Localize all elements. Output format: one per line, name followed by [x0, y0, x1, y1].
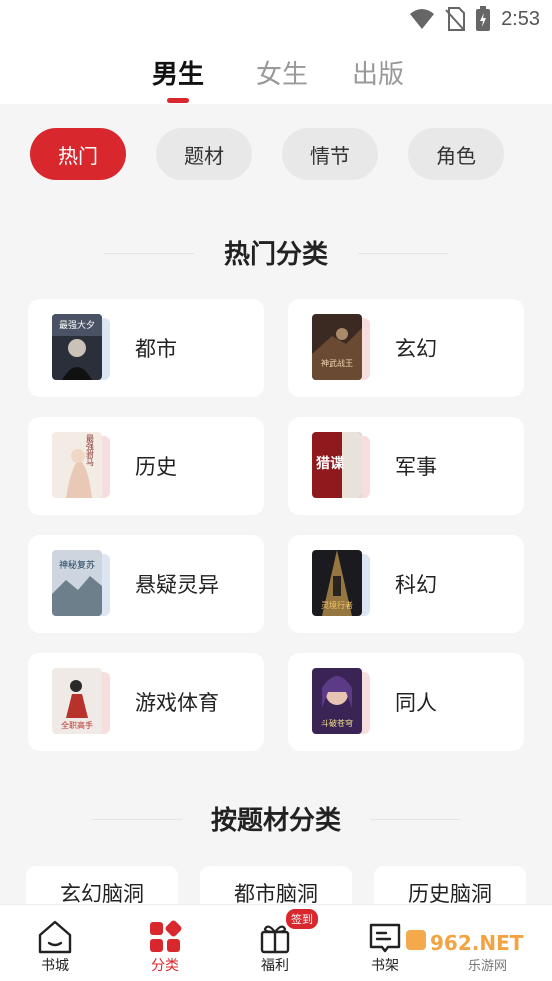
tab-male[interactable]: 男生: [152, 54, 205, 103]
divider: [104, 252, 194, 254]
book-cover: 斗破苍穹: [312, 668, 362, 734]
category-card-scifi[interactable]: 灵境行者 科幻: [288, 535, 524, 633]
category-card-fantasy[interactable]: 神武战王 玄幻: [288, 299, 524, 397]
theme-section-title: 按题材分类: [0, 800, 552, 837]
category-label: 科幻: [395, 573, 437, 597]
chip-hot[interactable]: 热门: [30, 128, 126, 180]
battery-icon: [476, 6, 491, 31]
chip-role[interactable]: 角色: [408, 128, 504, 180]
gender-tabs: 男生 女生 出版: [0, 40, 552, 104]
cover-title: 神秘复苏: [59, 559, 95, 571]
cover-title: 最强大夕: [59, 319, 95, 331]
cover-title: 猎谍: [316, 455, 344, 472]
nav-category[interactable]: 分类: [120, 905, 210, 981]
book-cover: 最强驸马: [52, 432, 102, 498]
active-tab-indicator: [167, 98, 189, 103]
hot-section-title-text: 热门分类: [223, 240, 328, 270]
cover-title: 神武战王: [321, 358, 353, 368]
chip-theme[interactable]: 题材: [156, 128, 252, 180]
book-cover: 神秘复苏: [52, 550, 102, 616]
nav-welfare[interactable]: 福利 签到: [230, 905, 320, 981]
no-sim-icon: [445, 7, 466, 31]
category-label: 军事: [395, 455, 437, 479]
category-icon: [150, 920, 182, 952]
divider: [370, 818, 460, 820]
clock: 2:53: [501, 7, 540, 30]
nav-label: 分类: [151, 958, 179, 974]
wifi-icon: [410, 9, 435, 29]
book-cover: 全职高手: [52, 668, 102, 734]
divider: [358, 252, 448, 254]
nav-label: 书城: [41, 958, 69, 974]
tab-female-label: 女生: [256, 60, 309, 90]
bookshelf-icon: [369, 923, 401, 953]
book-cover: 猎谍: [312, 432, 362, 498]
nav-label: 福利: [261, 958, 289, 974]
category-label: 同人: [395, 691, 437, 715]
category-card-game-sports[interactable]: 全职高手 游戏体育: [28, 653, 264, 751]
cover-title: 斗破苍穹: [321, 718, 353, 728]
book-cover: 灵境行者: [312, 550, 362, 616]
category-label: 玄幻: [395, 337, 437, 361]
category-card-history[interactable]: 最强驸马 历史: [28, 417, 264, 515]
cover-title: 最强驸马: [86, 434, 95, 467]
tab-female[interactable]: 女生: [256, 54, 308, 91]
checkin-badge: 签到: [286, 909, 318, 929]
hot-section-title: 热门分类: [0, 234, 552, 271]
book-cover: 神武战王: [312, 314, 362, 380]
category-label: 历史: [135, 455, 177, 479]
category-card-fanfic[interactable]: 斗破苍穹 同人: [288, 653, 524, 751]
cover-title: 全职高手: [61, 720, 93, 730]
cover-title: 灵境行者: [321, 600, 353, 610]
nav-bookstore[interactable]: 书城: [10, 905, 100, 981]
home-icon: [38, 920, 72, 954]
tab-publish-label: 出版: [352, 60, 405, 90]
category-label: 游戏体育: [135, 691, 219, 715]
chip-plot[interactable]: 情节: [282, 128, 378, 180]
category-label: 都市: [135, 337, 177, 361]
watermark-text: 962.NET: [430, 931, 524, 955]
category-label: 悬疑灵异: [135, 573, 219, 597]
category-card-military[interactable]: 猎谍 军事: [288, 417, 524, 515]
category-card-mystery[interactable]: 神秘复苏 悬疑灵异: [28, 535, 264, 633]
theme-section-title-text: 按题材分类: [210, 806, 341, 836]
tab-publish[interactable]: 出版: [352, 54, 404, 91]
divider: [92, 818, 182, 820]
theme-list: 玄幻脑洞 都市脑洞 历史脑洞: [0, 866, 552, 916]
watermark-sub: 乐游网: [468, 959, 507, 974]
tab-male-label: 男生: [152, 60, 205, 90]
category-card-urban[interactable]: 最强大夕 都市: [28, 299, 264, 397]
filter-chips: 热门 题材 情节 角色: [0, 128, 552, 184]
status-bar: 2:53: [0, 0, 552, 40]
watermark-logo: 962.NET 乐游网: [406, 930, 524, 974]
book-cover: 最强大夕: [52, 314, 102, 380]
